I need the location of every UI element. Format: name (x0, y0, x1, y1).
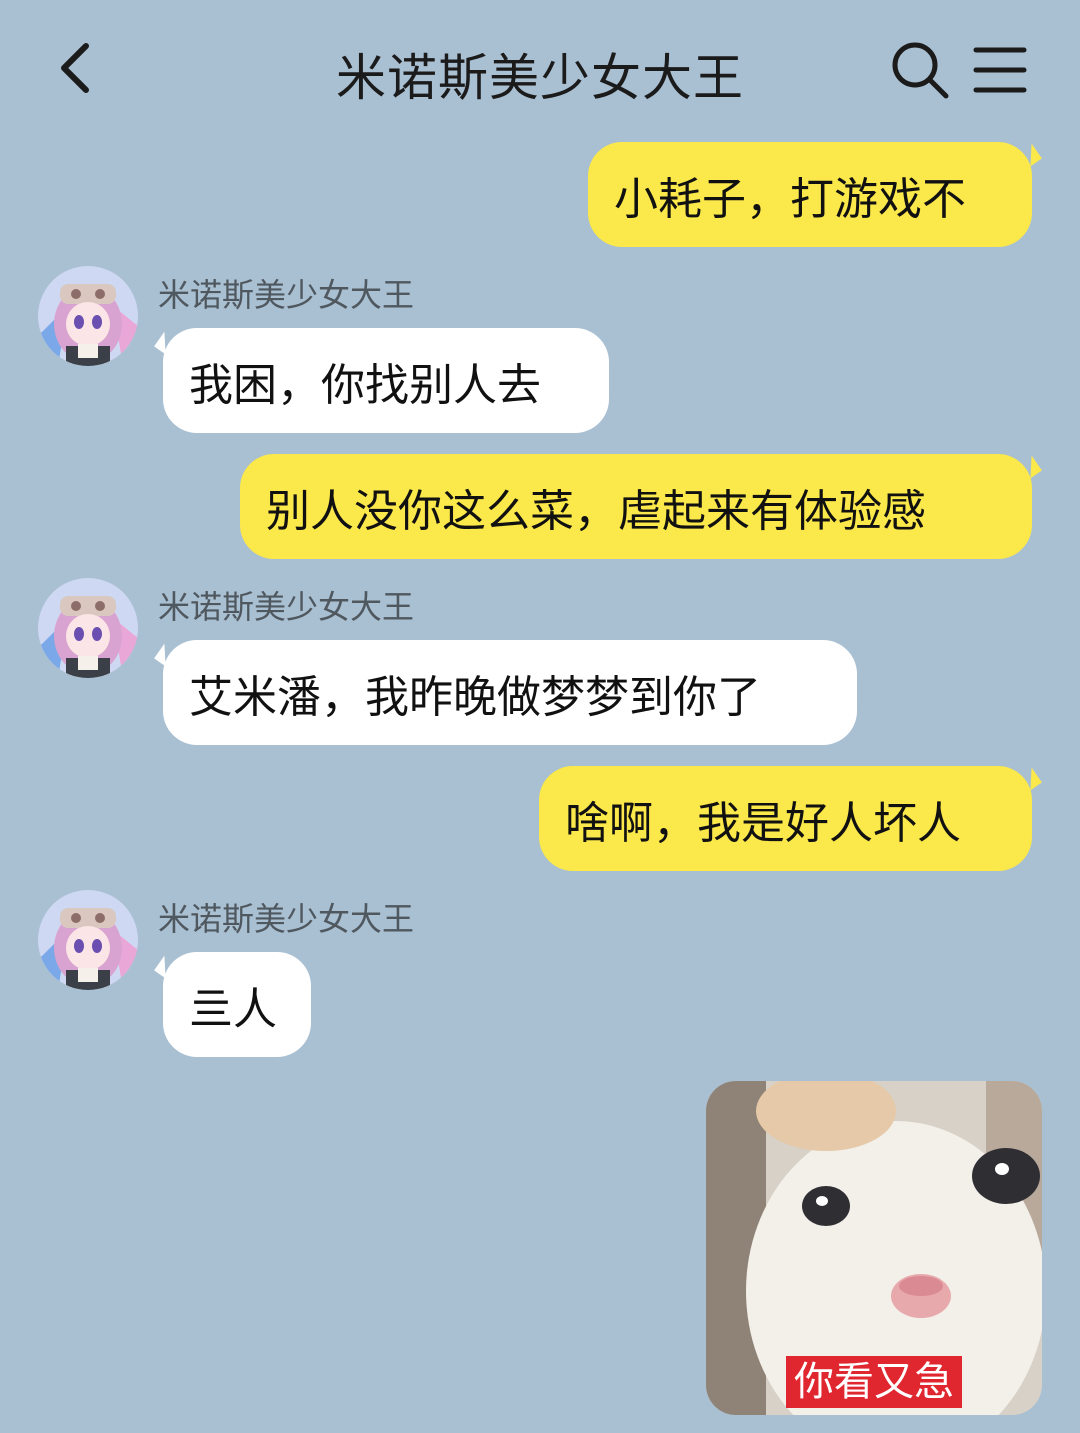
avatar[interactable] (38, 890, 138, 990)
anime-girl-avatar-icon (38, 890, 138, 990)
message-text: 艾米潘，我昨晚做梦梦到你了 (189, 671, 761, 723)
avatar[interactable] (38, 266, 138, 366)
sender-name: 米诺斯美少女大王 (158, 588, 415, 626)
sender-name: 米诺斯美少女大王 (158, 276, 415, 314)
message-bubble-incoming[interactable]: 艾米潘，我昨晚做梦梦到你了 (163, 640, 857, 745)
top-bar: 米诺斯美少女大王 (0, 0, 1080, 140)
sticker-message[interactable]: 你看又急 (706, 1081, 1042, 1415)
sender-name: 米诺斯美少女大王 (158, 900, 415, 938)
anime-girl-avatar-icon (38, 578, 138, 678)
message-bubble-incoming[interactable]: 亖人 (163, 952, 311, 1057)
message-text: 小耗子，打游戏不 (614, 173, 966, 225)
message-text: 我困，你找别人去 (189, 359, 541, 411)
message-text: 别人没你这么菜，虐起来有体验感 (266, 485, 926, 537)
message-bubble-outgoing[interactable]: 小耗子，打游戏不 (588, 142, 1032, 247)
menu-button[interactable] (968, 40, 1032, 100)
message-text: 啥啊，我是好人坏人 (565, 797, 961, 849)
message-bubble-outgoing[interactable]: 啥啊，我是好人坏人 (539, 766, 1032, 871)
message-bubble-incoming[interactable]: 我困，你找别人去 (163, 328, 609, 433)
search-icon (892, 42, 949, 99)
anime-girl-avatar-icon (38, 266, 138, 366)
message-text: 亖人 (189, 983, 277, 1035)
avatar[interactable] (38, 578, 138, 678)
menu-icon (973, 47, 1027, 93)
search-button[interactable] (888, 38, 952, 102)
message-bubble-outgoing[interactable]: 别人没你这么菜，虐起来有体验感 (240, 454, 1032, 559)
sticker-caption: 你看又急 (786, 1356, 962, 1408)
